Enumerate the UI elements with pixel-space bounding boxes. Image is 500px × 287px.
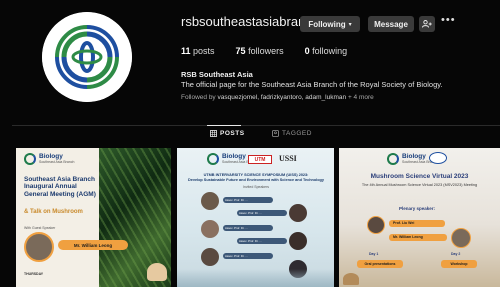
tab-tagged-label: TAGGED <box>282 130 312 137</box>
followed-by[interactable]: Followed by vasquezjomel, fadrizkyantoro… <box>181 94 374 101</box>
speaker-name: Assoc. Prof. Dr. ... <box>237 210 287 216</box>
following-label: Following <box>308 19 346 29</box>
message-button[interactable]: Message <box>368 16 414 32</box>
followers-label: followers <box>248 46 284 56</box>
plenary-label: Plenary speaker: <box>399 206 436 211</box>
mushroom-image <box>343 273 359 285</box>
tabs-divider <box>12 125 500 126</box>
posts-label: posts <box>193 46 215 56</box>
add-user-button[interactable] <box>419 16 435 32</box>
speaker-photo <box>367 216 385 234</box>
speaker-photo <box>201 220 219 238</box>
post-title: Mushroom Science Virtual 2023 <box>370 173 469 180</box>
post-footer-band <box>177 269 334 287</box>
rsb-mini-logo-icon <box>207 153 219 165</box>
rsb-mini-logo-icon <box>24 153 36 165</box>
post-tile-mushroom-science[interactable]: Biology Southeast Asia Branch Mushroom S… <box>339 148 500 287</box>
speaker-photo <box>289 232 307 250</box>
posts-count: 11 <box>181 46 191 56</box>
followers-stat[interactable]: 75 followers <box>236 46 284 56</box>
speaker-name: Assoc. Prof. Dr. ... <box>223 197 273 203</box>
followed-by-prefix: Followed by <box>181 94 216 101</box>
tag-user-icon <box>272 130 279 137</box>
post-tile-symposium[interactable]: Biology Southeast Asia Branch UTM USSI U… <box>177 148 334 287</box>
speaker-name: Assoc. Prof. Dr. ... <box>237 238 287 244</box>
mushroom-image <box>147 263 167 281</box>
day-2-label: Day 2 <box>451 252 461 256</box>
workshop-badge: Workshop <box>441 260 477 268</box>
speaker-name: Assoc. Prof. Dr. ... <box>223 253 273 259</box>
bio-name: RSB Southeast Asia <box>181 70 253 79</box>
post-background <box>177 148 334 287</box>
post-title: Southeast Asia Branch Inaugural Annual G… <box>24 176 96 198</box>
oral-presentations-badge: Oral presentations <box>357 260 403 268</box>
post-tile-agm[interactable]: Biology Southeast Asia Branch Southeast … <box>16 148 171 287</box>
speaker-name: Prof. Liu Wei <box>389 220 445 227</box>
ussi-logo: USSI <box>279 154 297 163</box>
active-tab-indicator <box>207 125 241 126</box>
speaker-name: Assoc. Prof. Dr. ... <box>223 225 273 231</box>
followers-count: 75 <box>235 46 246 56</box>
rsb-logo-icon <box>42 12 132 102</box>
speaker-photo <box>451 228 471 248</box>
speaker-photo <box>24 232 54 262</box>
followed-by-names: vasquezjomel, fadrizkyantoro, adam_lukma… <box>217 94 347 101</box>
following-button[interactable]: Following ▾ <box>300 16 360 32</box>
rsb-mini-logo-icon <box>387 153 399 165</box>
tab-posts-label: POSTS <box>220 130 245 137</box>
post-subtitle: The 4th Annual Mushroom Science Virtual … <box>361 183 478 187</box>
grid-icon <box>210 130 217 137</box>
profile-username: rsbsoutheastasiabranch <box>181 14 320 29</box>
speaker-photo <box>201 248 219 266</box>
posts-stat[interactable]: 11 posts <box>181 46 215 56</box>
tab-tagged[interactable]: TAGGED <box>272 130 312 137</box>
speaker-photo <box>289 204 307 222</box>
speaker-photo <box>201 192 219 210</box>
more-options-icon[interactable]: ••• <box>441 14 456 26</box>
following-stat-label: following <box>312 46 348 56</box>
speaker-name: Mr. William Leong <box>389 234 447 241</box>
logo-subtitle: Southeast Asia Branch <box>39 160 75 165</box>
tab-posts[interactable]: POSTS <box>210 130 245 137</box>
event-day: THURSDAY <box>24 272 44 276</box>
day-1-label: Day 1 <box>369 252 379 256</box>
post-title: UTMB INTERVARSITY SCIENCE SYMPOSIUM (UIS… <box>203 173 309 177</box>
profile-stats: 11 posts 75 followers 0 following <box>181 46 368 56</box>
bio-text: The official page for the Southeast Asia… <box>181 80 443 89</box>
utm-logo: UTM <box>248 155 272 164</box>
partner-logo-icon <box>429 152 447 164</box>
following-stat[interactable]: 0 following <box>305 46 348 56</box>
post-subtitle: Develop Sustainable Future and Environme… <box>187 178 324 182</box>
guest-label: With Guest Speaker <box>24 226 56 230</box>
speaker-name: Mr. William Leong <box>58 240 128 250</box>
profile-avatar[interactable] <box>42 12 132 102</box>
following-count: 0 <box>304 46 310 56</box>
invited-label: Invited Speakers <box>242 185 270 189</box>
followed-by-more: + 4 more <box>347 94 374 101</box>
chevron-down-icon: ▾ <box>348 21 352 28</box>
add-user-icon <box>422 20 432 28</box>
post-subtitle: & Talk on Mushroom <box>24 209 83 215</box>
post-logo: Biology Southeast Asia Branch <box>24 153 74 165</box>
